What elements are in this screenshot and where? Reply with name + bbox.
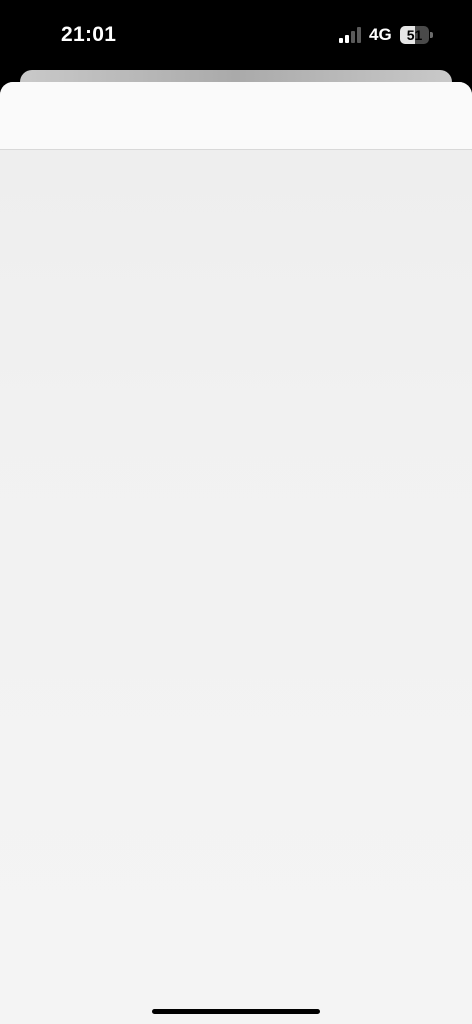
modal-sheet[interactable] — [0, 82, 472, 1024]
battery-icon: 51 — [400, 26, 434, 44]
phone-screen: 21:01 4G 51 — [0, 0, 472, 1024]
battery-cap — [430, 32, 433, 38]
status-bar: 21:01 4G 51 — [0, 0, 472, 70]
network-type-label: 4G — [369, 25, 392, 44]
sheet-header — [0, 82, 472, 150]
status-time: 21:01 — [61, 23, 117, 46]
battery-percent: 51 — [406, 27, 423, 43]
home-indicator[interactable] — [152, 1009, 320, 1014]
battery-body: 51 — [400, 26, 429, 44]
cellular-signal-icon — [339, 27, 363, 43]
sheet-body[interactable] — [0, 150, 472, 1024]
